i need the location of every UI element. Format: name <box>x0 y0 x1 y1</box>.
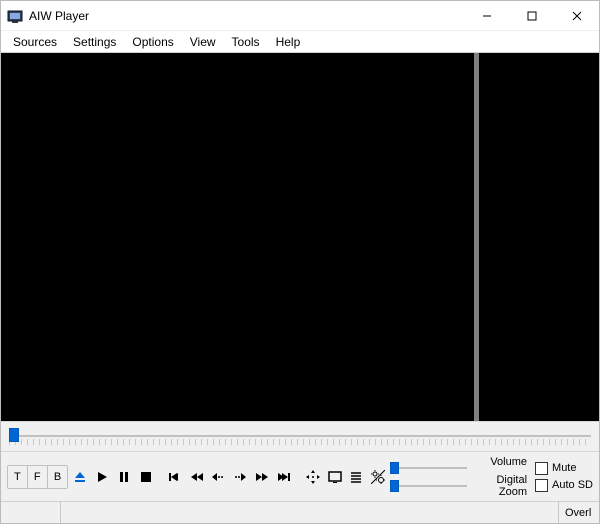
stop-button[interactable] <box>136 466 156 488</box>
b-mode-button[interactable]: B <box>48 466 68 488</box>
mute-label: Mute <box>552 462 576 474</box>
sliders-column <box>390 463 466 491</box>
volume-thumb[interactable] <box>390 462 399 474</box>
playlist-button[interactable] <box>347 466 367 488</box>
brightness-button[interactable] <box>368 466 388 488</box>
eject-button[interactable] <box>70 466 90 488</box>
zoom-thumb[interactable] <box>390 480 399 492</box>
menu-options[interactable]: Options <box>124 33 181 51</box>
volume-label: Volume <box>475 456 527 468</box>
auto-sd-row: Auto SD <box>535 479 593 492</box>
f-mode-button[interactable]: F <box>28 466 48 488</box>
window-title: AIW Player <box>29 9 89 23</box>
minimize-button[interactable] <box>464 1 509 31</box>
menu-settings[interactable]: Settings <box>65 33 124 51</box>
menu-help[interactable]: Help <box>268 33 309 51</box>
menu-tools[interactable]: Tools <box>224 33 268 51</box>
zoom-slider[interactable] <box>390 481 466 491</box>
fast-forward-button[interactable] <box>252 466 272 488</box>
menu-view[interactable]: View <box>182 33 224 51</box>
mode-button-group: T F B <box>7 465 68 489</box>
seek-bar-area <box>1 421 599 451</box>
video-side-panel[interactable] <box>479 53 599 421</box>
maximize-button[interactable] <box>509 1 554 31</box>
seek-track-line <box>9 435 591 437</box>
play-button[interactable] <box>92 466 112 488</box>
right-controls: Volume Digital Zoom Mute Auto SD <box>390 456 593 498</box>
menu-sources[interactable]: Sources <box>5 33 65 51</box>
digital-zoom-label: Digital Zoom <box>475 474 527 498</box>
app-window: AIW Player Sources Settings Options View… <box>0 0 600 524</box>
titlebar: AIW Player <box>1 1 599 31</box>
step-back-button[interactable] <box>208 466 228 488</box>
fullscreen-button[interactable] <box>325 466 345 488</box>
menubar: Sources Settings Options View Tools Help <box>1 31 599 53</box>
t-mode-button[interactable]: T <box>8 466 28 488</box>
mute-checkbox[interactable] <box>535 462 548 475</box>
controls-toolbar: T F B <box>1 451 599 501</box>
seek-slider[interactable] <box>9 426 591 446</box>
slider-labels: Volume Digital Zoom <box>475 456 527 498</box>
auto-sd-label: Auto SD <box>552 479 593 491</box>
volume-slider[interactable] <box>390 463 466 473</box>
zoom-track <box>390 485 466 487</box>
step-forward-button[interactable] <box>230 466 250 488</box>
window-controls <box>464 1 599 31</box>
video-area <box>1 53 599 421</box>
close-button[interactable] <box>554 1 599 31</box>
status-cell-1 <box>1 502 61 523</box>
pause-button[interactable] <box>114 466 134 488</box>
checkbox-column: Mute Auto SD <box>535 462 593 492</box>
video-main-panel[interactable] <box>1 53 474 421</box>
app-icon <box>7 8 23 24</box>
statusbar: Overl <box>1 501 599 523</box>
skip-forward-button[interactable] <box>274 466 294 488</box>
status-overlay-label: Overl <box>565 507 591 519</box>
status-cell-2 <box>61 502 559 523</box>
mute-row: Mute <box>535 462 593 475</box>
rewind-button[interactable] <box>187 466 207 488</box>
volume-track <box>390 467 466 469</box>
move-icon-button[interactable] <box>303 466 323 488</box>
skip-back-button[interactable] <box>165 466 185 488</box>
status-overlay-cell: Overl <box>559 502 599 523</box>
seek-ticks <box>9 439 591 445</box>
auto-sd-checkbox[interactable] <box>535 479 548 492</box>
seek-thumb[interactable] <box>9 428 19 442</box>
